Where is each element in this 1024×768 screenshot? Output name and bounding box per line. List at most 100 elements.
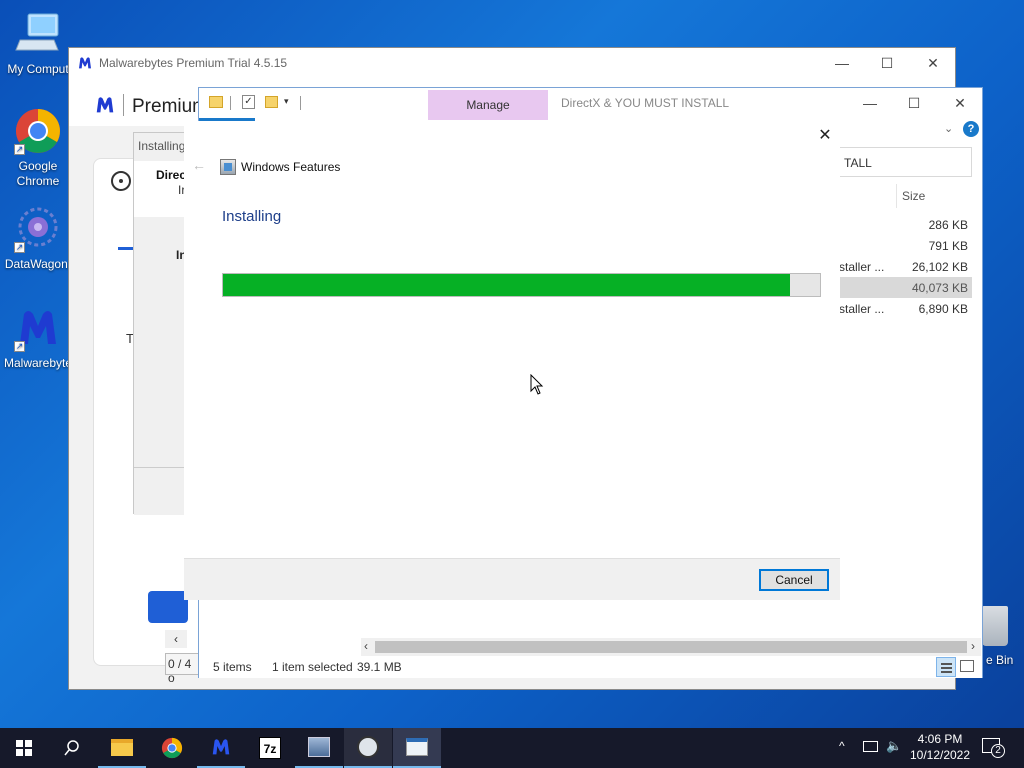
windows-logo-icon [16, 740, 32, 756]
mouse-cursor-icon [530, 374, 544, 395]
horizontal-scrollbar[interactable]: ‹ › [361, 638, 981, 656]
windows-features-icon [220, 159, 236, 175]
desktop-icon-datawagon[interactable]: ↗ DataWagon. [0, 205, 76, 272]
status-size: 39.1 MB [357, 660, 402, 674]
list-item[interactable]: staller ... 6,890 KB [839, 298, 972, 319]
recycle-bin-icon [982, 606, 1008, 646]
taskbar-file-explorer[interactable] [98, 728, 146, 768]
scrollbar-thumb[interactable] [375, 641, 967, 653]
minimize-button[interactable]: — [819, 48, 865, 78]
details-view-icon[interactable] [936, 657, 956, 677]
dialog-footer: Cancel [184, 558, 840, 600]
taskbar-malwarebytes[interactable] [197, 728, 245, 768]
list-item[interactable]: staller ... 26,102 KB [839, 256, 972, 277]
progress-counter-box: 0 / 4 o [165, 653, 201, 685]
dialog-close-button[interactable]: ✕ [814, 125, 836, 147]
windows-features-dialog: ✕ ← Windows Features Installing Cancel [184, 121, 840, 600]
maximize-button[interactable]: ☐ [891, 88, 937, 118]
minimize-button[interactable]: — [847, 88, 893, 118]
crosshair-icon [111, 171, 131, 191]
desktop-icon-chrome[interactable]: ↗ Google Chrome [0, 107, 76, 189]
taskbar: 7z ^ 🔈 4:06 PM 10/12/2022 2 [0, 728, 1024, 768]
taskbar-installer[interactable] [295, 728, 343, 768]
list-item[interactable]: 791 KB [839, 235, 972, 256]
large-icons-view-icon[interactable] [960, 660, 974, 672]
brand-label: Premium [132, 96, 209, 117]
install-progress-fill [223, 274, 791, 296]
desktop-icon-label: Google Chrome [16, 159, 60, 188]
folder-icon [209, 96, 223, 108]
search-input[interactable]: TALL [844, 156, 872, 170]
tab-manage-label: Manage [466, 98, 510, 112]
taskbar-7zip[interactable]: 7z [246, 728, 294, 768]
desktop-icon-malwarebytes[interactable]: ↗ Malwarebyte [0, 304, 76, 371]
network-icon[interactable] [863, 741, 878, 752]
customize-toolbar-icon[interactable]: ▾ [284, 96, 289, 107]
progress-counter: 0 / 4 o [168, 657, 192, 685]
notification-center-button[interactable]: 2 [982, 738, 1005, 758]
clock-time: 4:06 PM [917, 732, 963, 746]
scan-panel: Installing Direc Ir In [133, 132, 187, 515]
list-item-selected[interactable]: 40,073 KB [839, 277, 972, 298]
desktop-icon-label: e Bin [986, 653, 1014, 667]
explorer-titlebar[interactable]: ✓ ▾ Manage DirectX & YOU MUST INSTALL — … [199, 88, 982, 120]
tab-manage[interactable]: Manage [428, 90, 548, 120]
status-selected: 1 item selected [272, 660, 353, 674]
quick-access-divider [230, 96, 231, 110]
search-icon [64, 740, 79, 756]
malwarebytes-icon: ↗ [14, 304, 62, 352]
install-progress-bar [222, 273, 821, 297]
file-explorer-icon [111, 738, 133, 756]
features-icon [406, 738, 428, 756]
volume-icon[interactable]: 🔈 [886, 738, 902, 754]
header-divider [123, 94, 124, 116]
desktop-icon-label: Malwarebyte [3, 356, 73, 370]
clock[interactable]: 4:06 PM 10/12/2022 [905, 731, 975, 763]
ribbon-expand-icon[interactable]: ⌄ [944, 122, 953, 135]
maximize-button[interactable]: ☐ [864, 48, 910, 78]
close-button[interactable]: ✕ [910, 48, 956, 78]
show-hidden-icons-button[interactable]: ^ [839, 739, 845, 753]
cancel-button-label: Cancel [775, 573, 813, 587]
taskbar-chrome[interactable] [148, 728, 196, 768]
left-scroll-button[interactable]: ‹ [165, 630, 187, 648]
scroll-left-icon[interactable]: ‹ [364, 639, 368, 653]
desktop-icon-label: DataWagon. [4, 257, 72, 271]
cancel-button[interactable]: Cancel [759, 569, 829, 591]
close-button[interactable]: ✕ [937, 88, 983, 118]
notification-count-badge: 2 [991, 744, 1005, 758]
toolbar-divider [300, 96, 301, 110]
malwarebytes-small-icon [79, 57, 91, 69]
clock-date: 10/12/2022 [909, 748, 971, 762]
properties-icon[interactable]: ✓ [242, 95, 255, 109]
taskbar-windows-features[interactable] [393, 728, 441, 768]
new-folder-icon[interactable] [265, 96, 278, 108]
file-list: 286 KB 791 KB staller ... 26,102 KB 40,0… [839, 214, 972, 319]
search-box[interactable]: TALL [839, 147, 972, 177]
shortcut-arrow-icon: ↗ [14, 144, 25, 155]
shortcut-arrow-icon: ↗ [14, 341, 25, 352]
column-size-label: Size [902, 189, 926, 203]
scan-heading: Direc [156, 168, 187, 182]
desktop-icon-label: My Comput [7, 62, 69, 76]
chrome-icon: ↗ [14, 107, 62, 155]
primary-action-button[interactable] [148, 591, 188, 623]
column-header-size[interactable]: Size [896, 184, 972, 208]
list-item[interactable]: 286 KB [839, 214, 972, 235]
installer-icon [308, 737, 330, 757]
search-button[interactable] [48, 728, 96, 768]
chrome-icon [161, 737, 183, 759]
desktop-icon-my-computer[interactable]: My Comput [0, 10, 76, 77]
back-arrow-icon: ← [192, 157, 206, 173]
dialog-title: Windows Features [241, 160, 341, 174]
start-button[interactable] [0, 728, 48, 768]
taskbar-unreal[interactable] [344, 728, 392, 768]
unreal-icon [357, 736, 379, 758]
datawagon-icon: ↗ [14, 205, 62, 253]
help-icon[interactable]: ? [963, 121, 979, 137]
status-bar: 5 items 1 item selected 39.1 MB [199, 656, 982, 678]
scroll-right-icon[interactable]: › [971, 639, 975, 653]
scan-panel-title: Installing [138, 139, 186, 153]
tab-indicator [118, 247, 134, 250]
status-items: 5 items [213, 660, 252, 674]
